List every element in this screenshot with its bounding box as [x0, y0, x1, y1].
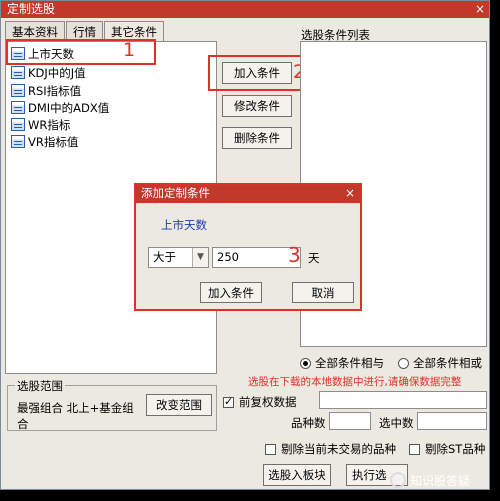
list-item[interactable]: RSI指标值	[11, 82, 81, 99]
list-item-label: DMI中的ADX值	[28, 100, 110, 115]
radio-label: 全部条件相与	[315, 356, 384, 370]
watermark-text: 知识股答疑	[410, 473, 471, 488]
list-item[interactable]: DMI中的ADX值	[11, 99, 109, 116]
checkbox-box	[409, 443, 420, 455]
annotation-number-1: 1	[123, 39, 136, 61]
indicator-icon	[11, 118, 25, 131]
selected-count-value	[417, 412, 487, 430]
radio-all-and[interactable]: 全部条件相与	[300, 355, 384, 371]
close-icon[interactable]: ×	[475, 1, 485, 17]
list-item-label: VR指标值	[28, 134, 79, 149]
tab-quotes[interactable]: 行情	[66, 21, 103, 41]
list-item-label: RSI指标值	[28, 83, 82, 98]
annotation-number-3: 3	[288, 243, 301, 267]
range-value-line2: 合	[17, 417, 29, 431]
subdialog-title: 添加定制条件	[141, 186, 210, 200]
operator-value: 大于	[153, 250, 176, 264]
chevron-down-icon[interactable]: ▼	[192, 248, 208, 267]
select-to-board-button[interactable]: 选股入板块	[263, 464, 331, 486]
checkbox-label: 前复权数据	[239, 395, 297, 409]
tab-basic-info[interactable]: 基本资料	[5, 21, 65, 41]
selection-range-title: 选股范围	[15, 378, 65, 394]
indicator-icon	[11, 135, 25, 148]
subdialog-cancel-button[interactable]: 取消	[292, 282, 354, 303]
subdialog-add-button[interactable]: 加入条件	[200, 282, 262, 303]
dialog-title-bar: 定制选股 ×	[1, 1, 489, 18]
list-item-label: KDJ中的J值	[28, 65, 86, 80]
variety-count-value	[329, 412, 371, 430]
condition-tabs: 基本资料 行情 其它条件	[5, 21, 165, 42]
variety-count-label: 品种数	[291, 416, 326, 430]
operator-select[interactable]: 大于 ▼	[148, 247, 209, 268]
forward-adjust-checkbox[interactable]: 前复权数据	[223, 394, 297, 410]
checkbox-box	[265, 443, 276, 455]
exclude-st-checkbox[interactable]: 剔除ST品种	[409, 441, 485, 457]
annotation-box-2	[208, 55, 304, 91]
list-item-label: WR指标	[28, 117, 71, 132]
list-item[interactable]: VR指标值	[11, 133, 78, 150]
unit-label: 天	[308, 251, 320, 265]
radio-all-or[interactable]: 全部条件相或	[398, 355, 482, 371]
checkbox-box	[223, 395, 234, 408]
watermark: 知识股答疑	[390, 469, 500, 491]
modify-condition-button[interactable]: 修改条件	[222, 95, 292, 117]
indicator-icon	[11, 66, 25, 79]
radio-dot	[398, 357, 409, 369]
radio-dot	[300, 357, 311, 369]
dialog-title: 定制选股	[7, 2, 56, 16]
close-icon[interactable]: ×	[345, 185, 355, 202]
condition-heading: 上市天数	[161, 218, 207, 232]
radio-label: 全部条件相或	[413, 356, 482, 370]
subdialog-title-bar: 添加定制条件 ×	[136, 185, 360, 203]
adjust-date-field[interactable]	[319, 391, 487, 409]
add-condition-subdialog: 添加定制条件 × 上市天数 大于 ▼ 250 3 天 加入条件 取消	[134, 183, 362, 311]
exclude-untraded-checkbox[interactable]: 剔除当前未交易的品种	[265, 441, 396, 457]
change-range-button[interactable]: 改变范围	[146, 394, 212, 416]
list-item[interactable]: WR指标	[11, 116, 70, 133]
data-warning-text: 选股在下载的本地数据中进行,请确保数据完整	[248, 376, 462, 388]
delete-condition-button[interactable]: 删除条件	[222, 127, 292, 149]
checkbox-label: 剔除ST品种	[425, 442, 486, 456]
selected-count-label: 选中数	[379, 416, 414, 430]
checkbox-label: 剔除当前未交易的品种	[281, 442, 396, 456]
indicator-icon	[11, 101, 25, 114]
watermark-logo-icon	[390, 472, 406, 488]
range-value-line1: 最强组合 北上+基金组	[17, 401, 134, 415]
indicator-icon	[11, 84, 25, 97]
list-item[interactable]: KDJ中的J值	[11, 64, 86, 81]
